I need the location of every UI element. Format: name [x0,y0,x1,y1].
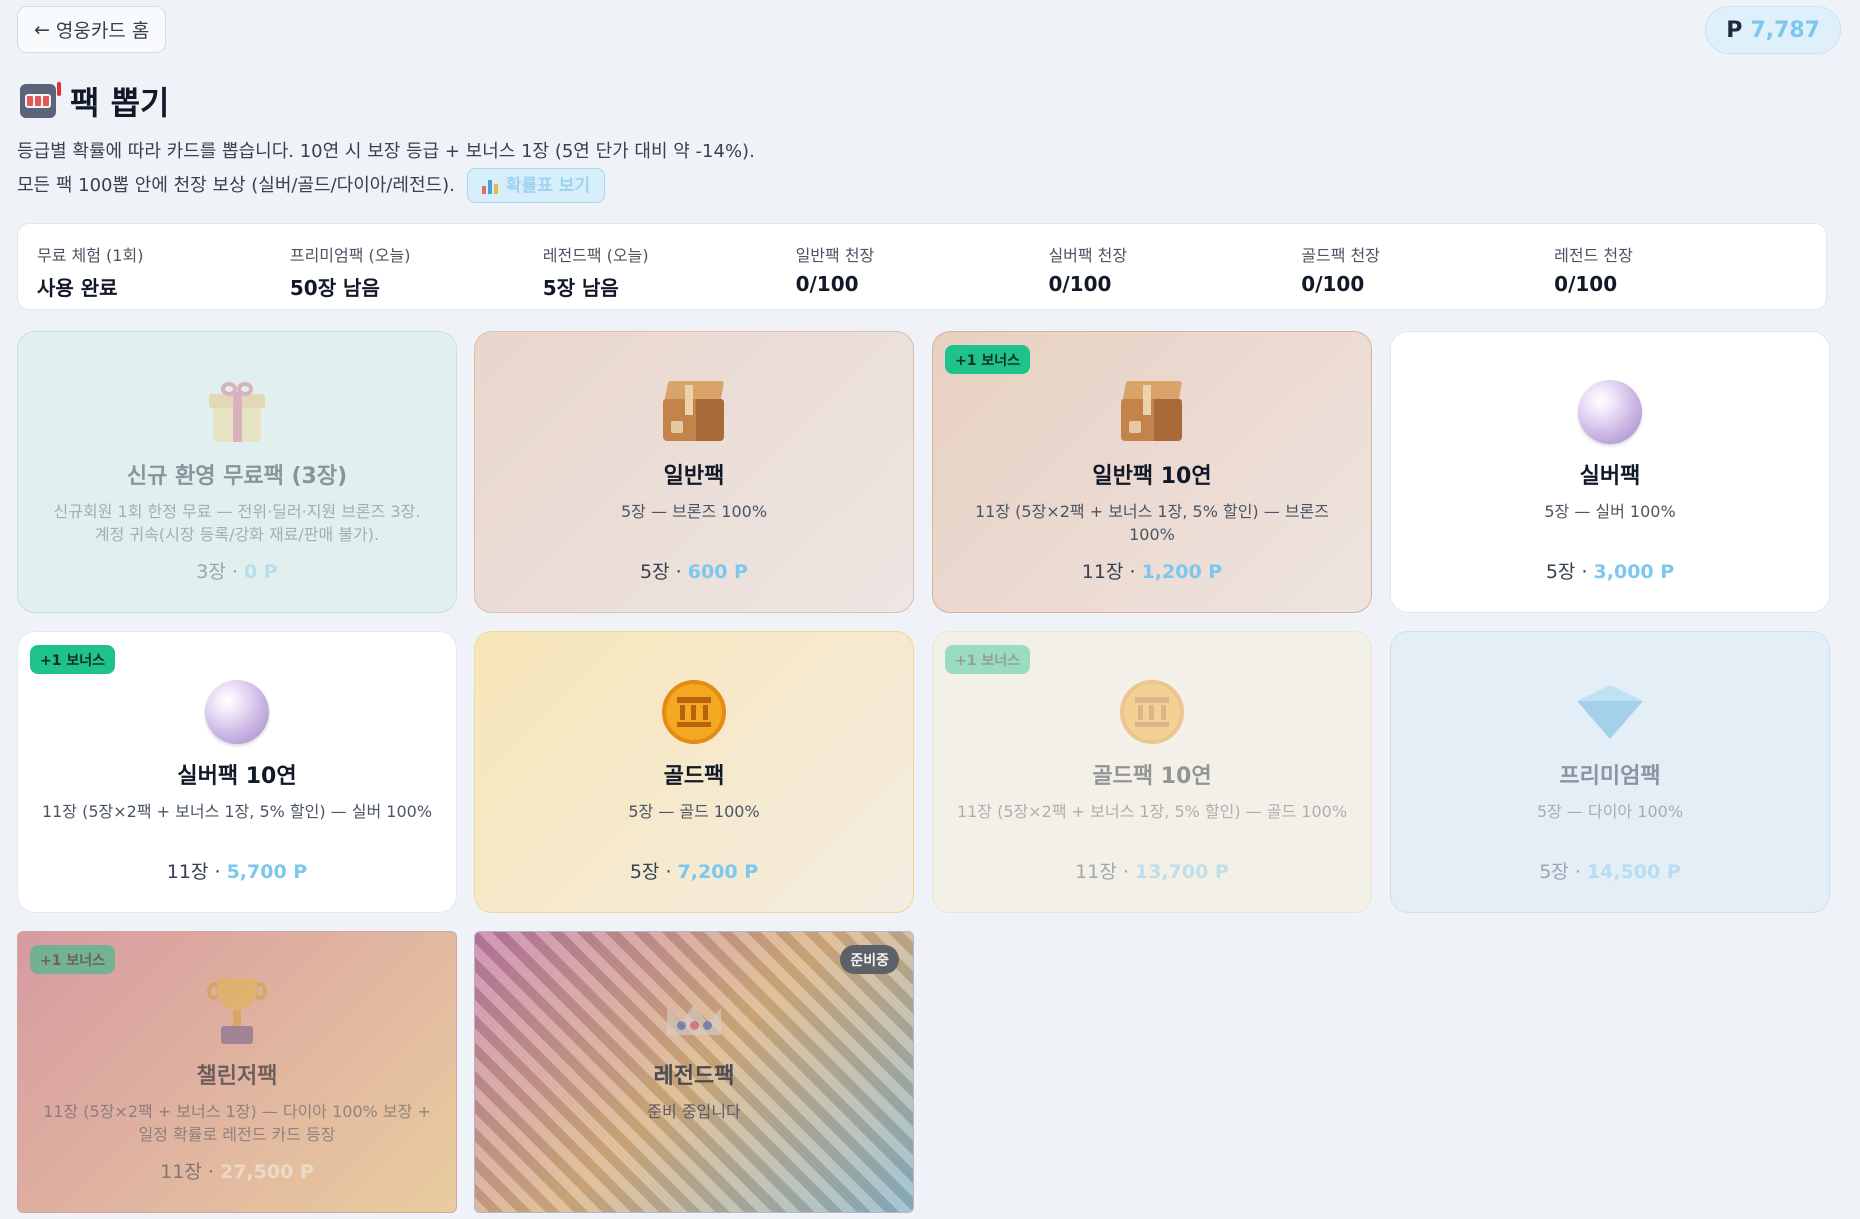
stat-label: 일반팩 천장 [795,246,875,265]
stat-free-trial: 무료 체험 (1회) 사용 완료 [37,242,290,309]
bar-chart-icon [481,178,498,194]
page-description: 등급별 확률에 따라 카드를 뽑습니다. 10연 시 보장 등급 + 보너스 1… [17,136,755,203]
pack-name: 신규 환영 무료팩 (3장) [126,464,348,489]
back-to-home-button[interactable]: ← 영웅카드 홈 [17,6,167,53]
pack-description: 11장 (5장×2팩 + 보너스 1장, 5% 할인) — 실버 100% [41,802,433,821]
stat-value: 0/100 [795,272,859,296]
pack-card-silver-10x[interactable]: +1 보너스 실버팩 10연 11장 (5장×2팩 + 보너스 1장, 5% 할… [17,631,457,913]
probability-table-button[interactable]: 확률표 보기 [466,168,605,203]
package-icon [663,381,725,443]
trophy-icon [207,978,267,1046]
points-balance: P 7,787 [1705,6,1841,54]
pack-price: 11장 · 1,200 P [1081,561,1223,583]
gold-coin-icon [1120,680,1184,744]
pack-description: 11장 (5장×2팩 + 보너스 1장) — 다이아 100% 보장 + 일정 확… [43,1102,431,1144]
pack-description: 5장 — 다이아 100% [1536,802,1684,821]
pack-description: 준비 중입니다 [647,1102,741,1121]
pack-description: 5장 — 브론즈 100% [620,502,768,521]
points-prefix: P [1726,17,1743,43]
crown-icon [663,989,725,1035]
pack-name: 골드팩 10연 [1092,764,1212,789]
probability-table-label: 확률표 보기 [505,175,590,196]
pack-name: 골드팩 [663,764,725,789]
diamond-icon [1577,685,1643,739]
pack-name: 실버팩 [1579,464,1641,489]
pack-card-legend: 준비중 레전드팩 준비 중입니다 [474,931,914,1213]
bonus-badge: +1 보너스 [945,645,1030,674]
title-row: 팩 뽑기 [20,78,169,124]
pack-price: 5장 · 7,200 P [629,861,759,883]
pack-name: 프리미엄팩 [1559,764,1661,789]
pack-name: 챌린저팩 [196,1064,278,1089]
bonus-badge: +1 보너스 [30,645,115,674]
stat-value: 50장 남음 [289,276,380,300]
pack-price: 11장 · 5,700 P [166,861,308,883]
description-line-2: 모든 팩 100뽑 안에 천장 보상 (실버/골드/다이아/레전드). [17,174,455,196]
pack-name: 실버팩 10연 [177,764,297,789]
pack-description: 신규회원 1회 한정 무료 — 전위·딜러·지원 브론즈 3장. 계정 귀속(시장… [53,502,421,544]
pack-card-normal[interactable]: 일반팩 5장 — 브론즈 100% 5장 · 600 P [474,331,914,613]
stat-premium-today: 프리미엄팩 (오늘) 50장 남음 [290,242,543,309]
stat-value: 사용 완료 [37,276,118,300]
pack-name: 일반팩 10연 [1092,464,1212,489]
pack-price: 11장 · 13,700 P [1075,861,1229,883]
pack-price: 5장 · 3,000 P [1545,561,1675,583]
pack-card-normal-10x[interactable]: +1 보너스 일반팩 10연 11장 (5장×2팩 + 보너스 1장, 5% 할… [932,331,1372,613]
description-line-2-row: 모든 팩 100뽑 안에 천장 보상 (실버/골드/다이아/레전드). 확률표 … [17,168,755,203]
bonus-badge: +1 보너스 [945,345,1030,374]
pearl-icon [205,680,269,744]
stat-label: 실버팩 천장 [1048,246,1128,265]
pack-price: 3장 · 0 P [196,561,278,583]
stat-value: 0/100 [1301,272,1365,296]
pack-price: 5장 · 14,500 P [1539,861,1681,883]
back-arrow-icon: ← [34,18,50,41]
stat-value: 0/100 [1554,272,1618,296]
stat-legend-today: 레전드팩 (오늘) 5장 남음 [543,242,796,309]
pack-card-free-welcome[interactable]: 신규 환영 무료팩 (3장) 신규회원 1회 한정 무료 — 전위·딜러·지원 … [17,331,457,613]
stat-label: 골드팩 천장 [1301,246,1380,265]
pack-card-premium[interactable]: 프리미엄팩 5장 — 다이아 100% 5장 · 14,500 P [1390,631,1830,913]
description-line-1: 등급별 확률에 따라 카드를 뽑습니다. 10연 시 보장 등급 + 보너스 1… [17,141,755,162]
pack-card-challenger[interactable]: +1 보너스 챌린저팩 11장 (5장×2팩 + 보너스 1장) — 다이아 1… [17,931,457,1213]
pack-card-silver[interactable]: 실버팩 5장 — 실버 100% 5장 · 3,000 P [1390,331,1830,613]
pack-card-gold[interactable]: 골드팩 5장 — 골드 100% 5장 · 7,200 P [474,631,914,913]
pack-description: 11장 (5장×2팩 + 보너스 1장, 5% 할인) — 브론즈 100% [975,502,1329,544]
stat-value: 5장 남음 [542,276,619,300]
top-bar: ← 영웅카드 홈 P 7,787 [17,6,1841,54]
pack-price: 5장 · 600 P [640,561,748,583]
coming-soon-badge: 준비중 [840,945,899,974]
pack-description: 5장 — 실버 100% [1544,502,1676,521]
stats-panel: 무료 체험 (1회) 사용 완료 프리미엄팩 (오늘) 50장 남음 레전드팩 … [17,223,1827,310]
stat-legend-pity: 레전드 천장 0/100 [1554,242,1807,309]
slot-machine-icon [20,82,61,118]
stat-silver-pity: 실버팩 천장 0/100 [1048,242,1301,309]
stat-label: 레전드 천장 [1554,246,1633,265]
pack-name: 레전드팩 [653,1064,735,1089]
pack-description: 5장 — 골드 100% [628,802,760,821]
stat-label: 무료 체험 (1회) [37,246,144,265]
pearl-icon [1578,380,1642,444]
pack-description: 11장 (5장×2팩 + 보너스 1장, 5% 할인) — 골드 100% [956,802,1348,821]
package-icon [1121,381,1183,443]
gift-icon [209,382,265,442]
gold-coin-icon [662,680,726,744]
stat-normal-pity: 일반팩 천장 0/100 [796,242,1049,309]
bonus-badge: +1 보너스 [30,945,115,974]
page-title: 팩 뽑기 [70,84,170,122]
pack-price: 11장 · 27,500 P [160,1161,314,1183]
points-value: 7,787 [1750,17,1820,43]
pack-card-gold-10x[interactable]: +1 보너스 골드팩 10연 11장 (5장×2팩 + 보너스 1장, 5% 할… [932,631,1372,913]
back-button-label: 영웅카드 홈 [55,20,150,42]
stat-label: 프리미엄팩 (오늘) [289,246,411,265]
pack-name: 일반팩 [663,464,725,489]
stat-label: 레전드팩 (오늘) [542,246,649,265]
stat-gold-pity: 골드팩 천장 0/100 [1301,242,1554,309]
stat-value: 0/100 [1048,272,1112,296]
